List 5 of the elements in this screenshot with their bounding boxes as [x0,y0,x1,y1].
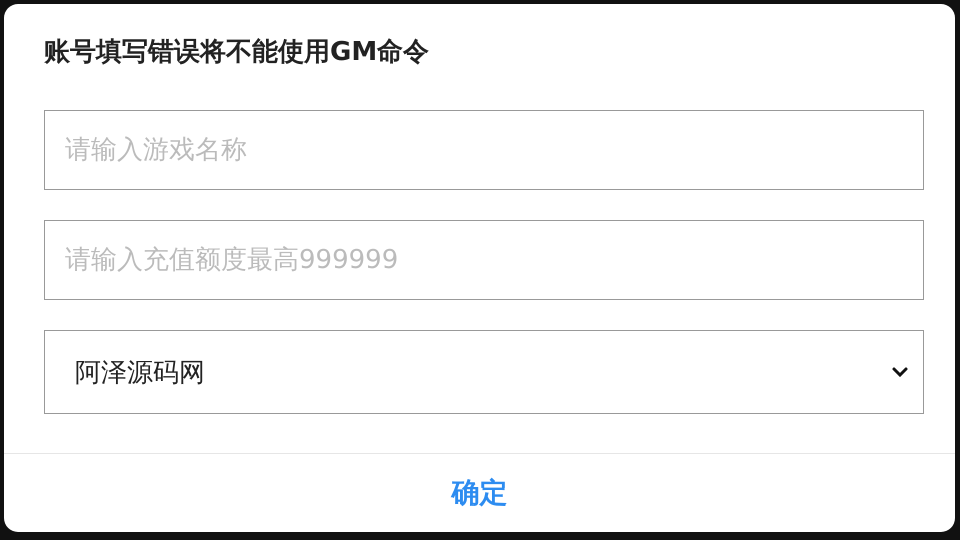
text-field[interactable]: 请输入充值额度最高999999 [44,220,924,300]
dialog-title: 账号填写错误将不能使用GM命令 [43,36,430,69]
text-field[interactable]: 请输入游戏名称 [44,110,924,190]
chevron-down-icon [891,366,909,378]
dropdown-field[interactable]: 阿泽源码网 [44,330,924,414]
